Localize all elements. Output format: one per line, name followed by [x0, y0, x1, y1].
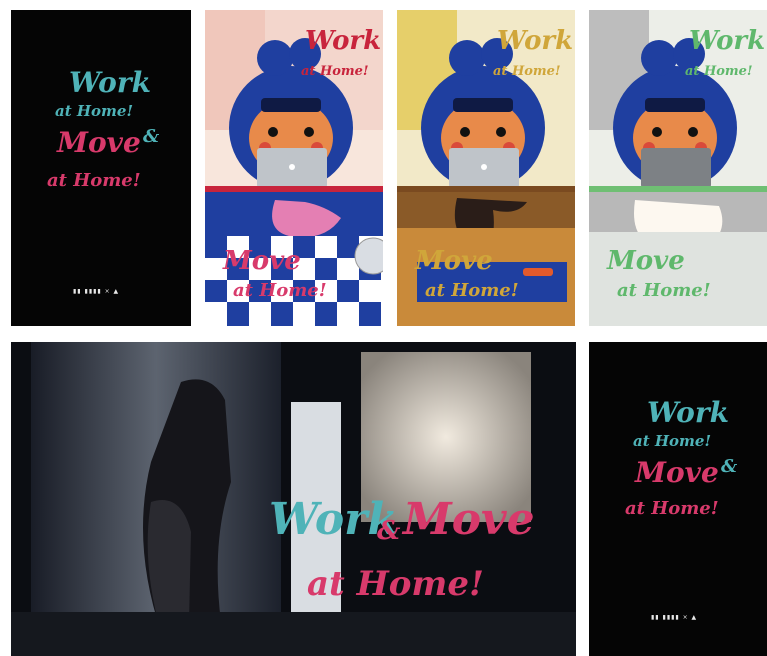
poster-gray: Work at Home! Move at Home!	[589, 10, 767, 326]
poster-text-amp: &	[721, 456, 738, 477]
brand-logo: ▮▮ ▮▮▮▮ × ▲	[651, 614, 698, 621]
poster-text-amp: &	[143, 126, 160, 147]
poster-gray-illustration	[589, 10, 767, 326]
photo-text-amp: &	[377, 516, 401, 546]
poster-text-move: Move	[635, 456, 719, 489]
poster-text-at-home: at Home!	[685, 64, 753, 79]
poster-text-move: Move	[415, 246, 493, 276]
photo-text-move: Move	[403, 494, 535, 545]
poster-text-at-home: at Home!	[493, 64, 561, 79]
poster-text-at-home: at Home!	[55, 102, 134, 120]
poster-text-at-home: at Home!	[301, 64, 369, 79]
poster-text-at-home-2: at Home!	[233, 280, 327, 301]
poster-text-work: Work	[647, 396, 729, 429]
photo-panel: Work & Move at Home!	[11, 342, 576, 656]
poster-black-2: Work at Home! Move & at Home! ▮▮ ▮▮▮▮ × …	[589, 342, 767, 656]
poster-text-at-home-2: at Home!	[47, 170, 141, 191]
poster-text-at-home-2: at Home!	[625, 498, 719, 519]
poster-gold: Work at Home! Move at Home!	[397, 10, 575, 326]
poster-text-move: Move	[223, 246, 301, 276]
poster-text-work: Work	[69, 66, 151, 99]
dumbbell	[523, 268, 553, 276]
poster-text-work: Work	[305, 26, 382, 56]
poster-text-at-home-2: at Home!	[617, 280, 711, 301]
brand-logo: ▮▮ ▮▮▮▮ × ▲	[73, 288, 120, 295]
poster-text-work: Work	[497, 26, 574, 56]
poster-text-work: Work	[689, 26, 766, 56]
poster-gold-illustration	[397, 10, 575, 326]
poster-pink-illustration	[205, 10, 383, 326]
poster-pink: Work at Home! Move at Home!	[205, 10, 383, 326]
poster-text-at-home: at Home!	[633, 432, 712, 450]
poster-text-at-home-2: at Home!	[425, 280, 519, 301]
poster-text-move: Move	[607, 246, 685, 276]
poster-text-move: Move	[57, 126, 141, 159]
poster-black-1: Work at Home! Move & at Home! ▮▮ ▮▮▮▮ × …	[11, 10, 191, 326]
photo-text-at-home: at Home!	[307, 564, 484, 604]
